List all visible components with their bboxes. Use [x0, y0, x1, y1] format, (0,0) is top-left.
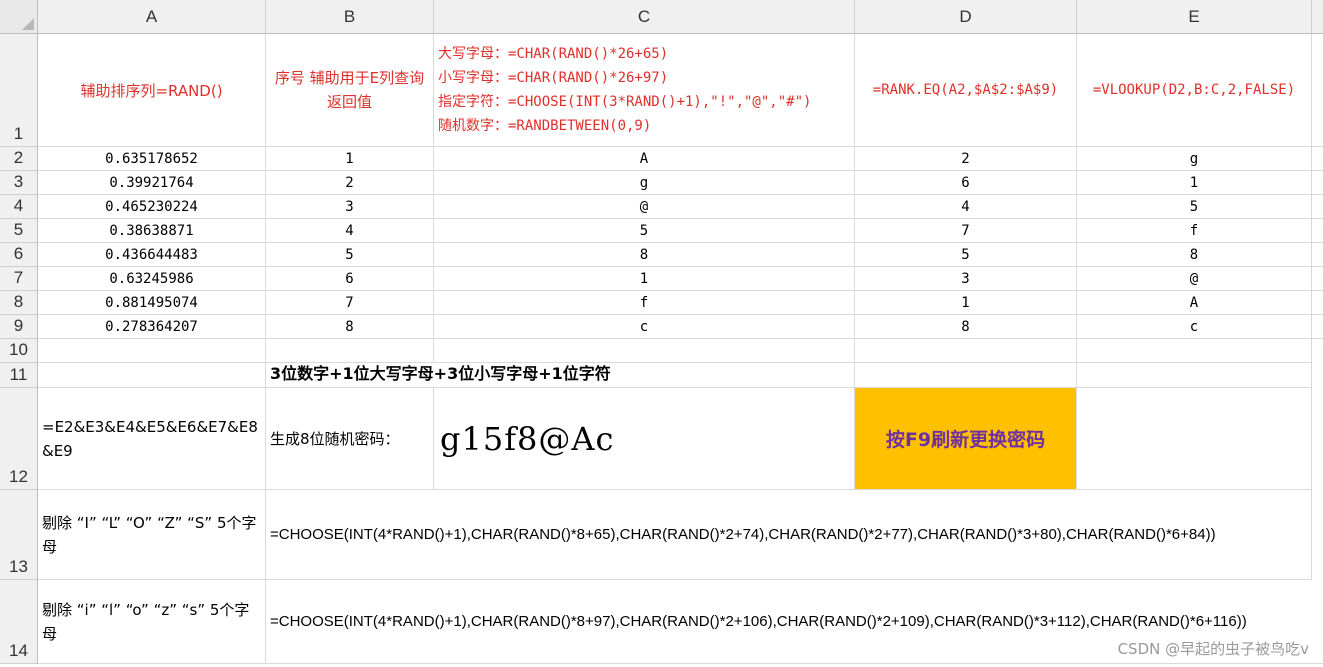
cell-b1[interactable]: 序号 辅助用于E列查询返回值 [266, 34, 434, 147]
cell-f9[interactable] [1312, 315, 1323, 339]
cell-b11[interactable]: 3位数字+1位大写字母+3位小写字母+1位字符 [266, 363, 855, 388]
cell-e12[interactable] [1077, 388, 1312, 490]
cell-c6[interactable]: 8 [434, 243, 855, 267]
cell-a10[interactable] [38, 339, 266, 363]
column-header-b[interactable]: B [266, 0, 434, 34]
cell-d10[interactable] [855, 339, 1077, 363]
c1-line-uppercase: 大写字母：=CHAR(RAND()*26+65) [438, 46, 669, 62]
refresh-password-hint[interactable]: 按F9刷新更换密码 [855, 388, 1077, 490]
row-header-3[interactable]: 3 [0, 171, 38, 195]
cell-f5[interactable] [1312, 219, 1323, 243]
cell-e6[interactable]: 8 [1077, 243, 1312, 267]
cell-c4[interactable]: @ [434, 195, 855, 219]
cell-d6[interactable]: 5 [855, 243, 1077, 267]
c1-line-lowercase: 小写字母：=CHAR(RAND()*26+97) [438, 70, 669, 86]
cell-f4[interactable] [1312, 195, 1323, 219]
cell-a13[interactable]: 剔除 “I” “L” “O” “Z” “S” 5个字母 [38, 490, 266, 580]
cell-f6[interactable] [1312, 243, 1323, 267]
cell-b9[interactable]: 8 [266, 315, 434, 339]
row-header-10[interactable]: 10 [0, 339, 38, 363]
cell-d7[interactable]: 3 [855, 267, 1077, 291]
cell-e9[interactable]: c [1077, 315, 1312, 339]
cell-a14[interactable]: 剔除 “i” “l” “o” “z” “s” 5个字母 [38, 580, 266, 664]
cell-c7[interactable]: 1 [434, 267, 855, 291]
row-header-4[interactable]: 4 [0, 195, 38, 219]
cell-b12[interactable]: 生成8位随机密码： [266, 388, 434, 490]
row-header-9[interactable]: 9 [0, 315, 38, 339]
cell-c3[interactable]: g [434, 171, 855, 195]
row-header-6[interactable]: 6 [0, 243, 38, 267]
cell-f1[interactable] [1312, 34, 1323, 147]
cell-a9[interactable]: 0.278364207 [38, 315, 266, 339]
cell-e3[interactable]: 1 [1077, 171, 1312, 195]
spreadsheet: A B C D E 1 2 3 4 5 6 7 8 9 10 11 12 13 … [0, 0, 1323, 667]
cell-e8[interactable]: A [1077, 291, 1312, 315]
column-header-d[interactable]: D [855, 0, 1077, 34]
cell-d2[interactable]: 2 [855, 147, 1077, 171]
row-header-5[interactable]: 5 [0, 219, 38, 243]
c1-line-digit: 随机数字：=RANDBETWEEN(0,9) [438, 118, 652, 134]
cell-f7[interactable] [1312, 267, 1323, 291]
cell-d4[interactable]: 4 [855, 195, 1077, 219]
uppercase-choose-formula[interactable]: =CHOOSE(INT(4*RAND()+1),CHAR(RAND()*8+65… [266, 490, 1312, 580]
cell-d11[interactable] [855, 363, 1077, 388]
row-header-2[interactable]: 2 [0, 147, 38, 171]
row-header-7[interactable]: 7 [0, 267, 38, 291]
cell-f8[interactable] [1312, 291, 1323, 315]
csdn-watermark: CSDN @早起的虫子被鸟吃v [1117, 640, 1309, 658]
cell-a3[interactable]: 0.39921764 [38, 171, 266, 195]
cell-e5[interactable]: f [1077, 219, 1312, 243]
cell-d9[interactable]: 8 [855, 315, 1077, 339]
cell-a2[interactable]: 0.635178652 [38, 147, 266, 171]
cell-b3[interactable]: 2 [266, 171, 434, 195]
column-header-a[interactable]: A [38, 0, 266, 34]
cell-c1[interactable]: 大写字母：=CHAR(RAND()*26+65) 小写字母：=CHAR(RAND… [434, 34, 855, 147]
cell-a11[interactable] [38, 363, 266, 388]
row-header-1[interactable]: 1 [0, 34, 38, 147]
cell-e4[interactable]: 5 [1077, 195, 1312, 219]
column-header-c[interactable]: C [434, 0, 855, 34]
cell-e2[interactable]: g [1077, 147, 1312, 171]
cell-a7[interactable]: 0.63245986 [38, 267, 266, 291]
row-header-13[interactable]: 13 [0, 490, 38, 580]
cell-c9[interactable]: c [434, 315, 855, 339]
row-header-8[interactable]: 8 [0, 291, 38, 315]
row-header-12[interactable]: 12 [0, 388, 38, 490]
cell-b5[interactable]: 4 [266, 219, 434, 243]
cell-b7[interactable]: 6 [266, 267, 434, 291]
column-header-e[interactable]: E [1077, 0, 1312, 34]
cell-e7[interactable]: @ [1077, 267, 1312, 291]
cell-d1[interactable]: =RANK.EQ(A2,$A$2:$A$9) [855, 34, 1077, 147]
cell-b6[interactable]: 5 [266, 243, 434, 267]
cell-a5[interactable]: 0.38638871 [38, 219, 266, 243]
cell-b8[interactable]: 7 [266, 291, 434, 315]
cell-d8[interactable]: 1 [855, 291, 1077, 315]
cell-e10[interactable] [1077, 339, 1312, 363]
cell-b4[interactable]: 3 [266, 195, 434, 219]
cell-c5[interactable]: 5 [434, 219, 855, 243]
cell-c8[interactable]: f [434, 291, 855, 315]
cell-c2[interactable]: A [434, 147, 855, 171]
password-output-cell[interactable]: g15f8@Ac [434, 388, 855, 490]
row-header-14[interactable]: 14 [0, 580, 38, 664]
cell-a12[interactable]: =E2&E3&E4&E5&E6&E7&E8&E9 [38, 388, 266, 490]
row-header-11[interactable]: 11 [0, 363, 38, 388]
cell-a1[interactable]: 辅助排序列=RAND() [38, 34, 266, 147]
cell-d3[interactable]: 6 [855, 171, 1077, 195]
cell-a8[interactable]: 0.881495074 [38, 291, 266, 315]
column-header-f[interactable] [1312, 0, 1323, 34]
cell-a6[interactable]: 0.436644483 [38, 243, 266, 267]
cell-e11[interactable] [1077, 363, 1312, 388]
cell-b2[interactable]: 1 [266, 147, 434, 171]
cell-f3[interactable] [1312, 171, 1323, 195]
cell-a4[interactable]: 0.465230224 [38, 195, 266, 219]
select-all-corner[interactable] [0, 0, 38, 34]
c1-line-symbol: 指定字符：=CHOOSE(INT(3*RAND()+1),"!","@","#"… [438, 94, 812, 110]
cell-d5[interactable]: 7 [855, 219, 1077, 243]
cell-e1[interactable]: =VLOOKUP(D2,B:C,2,FALSE) [1077, 34, 1312, 147]
cell-f2[interactable] [1312, 147, 1323, 171]
